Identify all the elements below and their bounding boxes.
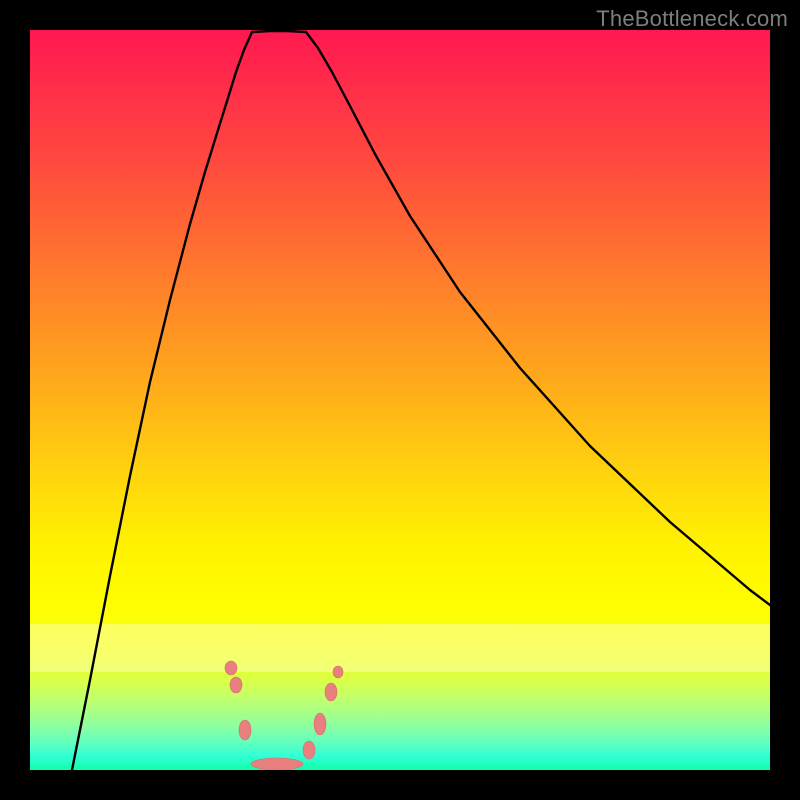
- marker-right-top: [333, 666, 343, 678]
- watermark-label: TheBottleneck.com: [596, 6, 788, 32]
- marker-left-upper-pair: [225, 661, 237, 675]
- marker-right-lower: [303, 741, 315, 759]
- marker-right-mid: [314, 713, 326, 735]
- curve-path: [72, 31, 770, 770]
- outer-frame: TheBottleneck.com: [0, 0, 800, 800]
- marker-left-lower: [239, 720, 251, 740]
- bottleneck-curve: [30, 30, 770, 770]
- plot-area: [30, 30, 770, 770]
- marker-floor-elongated: [251, 758, 303, 770]
- marker-left-upper-pair2: [230, 677, 242, 693]
- marker-right-upper: [325, 683, 337, 701]
